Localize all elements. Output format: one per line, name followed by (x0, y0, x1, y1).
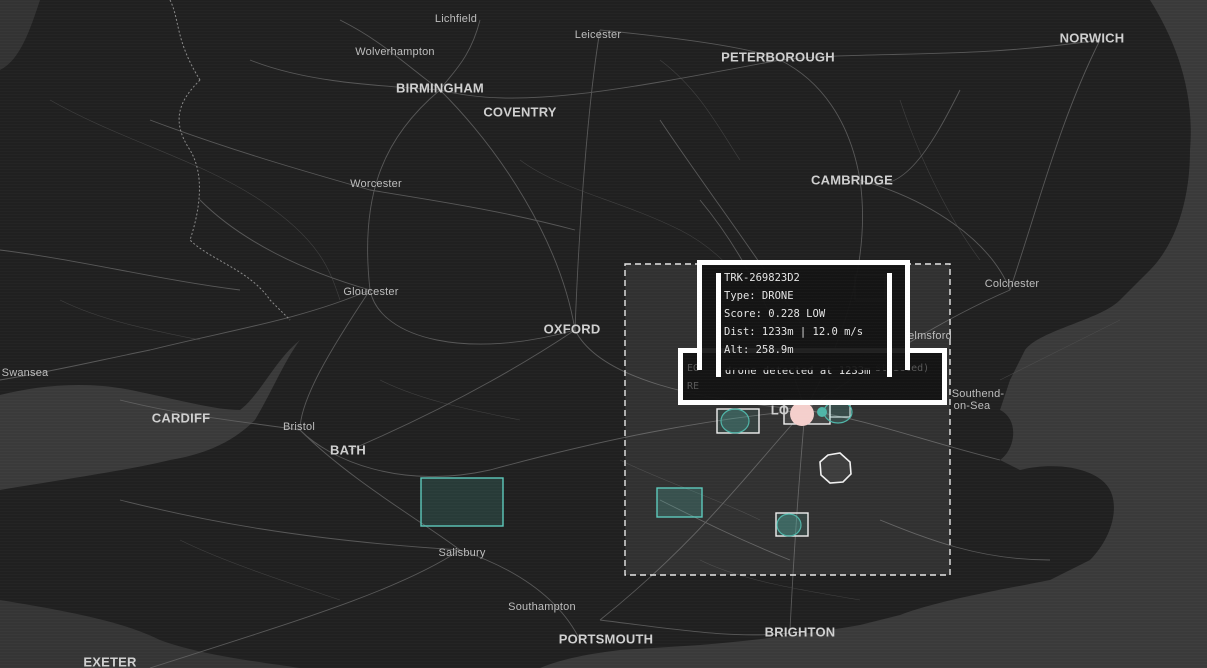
city-label-gloucester: Gloucester (343, 286, 399, 298)
city-label-brighton: BRIGHTON (764, 624, 836, 640)
sea-bristol-channel (0, 340, 300, 490)
drone-track-marker-accent (817, 407, 827, 417)
track-type: Type: DRONE (724, 290, 794, 302)
city-label-norwich: NORWICH (1059, 30, 1125, 46)
track-id: TRK-269823D2 (724, 272, 800, 284)
map-view[interactable]: BIRMINGHAM COVENTRY PETERBOROUGH NORWICH… (0, 0, 1207, 668)
zone-west-london-circle (720, 408, 750, 434)
city-label-bath: BATH (330, 442, 366, 458)
city-label-bristol: Bristol (283, 421, 315, 433)
drone-track-marker (790, 402, 814, 426)
track-altitude: Alt: 258.9m (724, 344, 794, 356)
restricted-zone-heathrow (656, 487, 703, 518)
restricted-zone-salisbury (420, 477, 504, 527)
sea-northwest (0, 0, 40, 70)
city-label-peterborough: PETERBOROUGH (721, 49, 835, 65)
track-info-popup[interactable]: TRK-269823D2 Type: DRONE Score: 0.228 LO… (697, 260, 910, 377)
county-boundary-2 (169, 0, 201, 81)
city-label-worcester: Worcester (350, 178, 402, 190)
city-label-leicester: Leicester (574, 29, 622, 41)
city-label-lichfield: Lichfield (434, 13, 478, 25)
city-label-southampton: Southampton (508, 601, 576, 613)
city-label-cambridge: CAMBRIDGE (811, 172, 893, 188)
alert-behind-sub: RE (687, 381, 700, 392)
city-label-southend: Southend- (951, 388, 1005, 400)
county-boundary (178, 79, 291, 321)
city-label-birmingham: BIRMINGHAM (396, 80, 484, 96)
city-label-on-sea: on-Sea (953, 400, 991, 412)
city-label-swansea: Swansea (1, 367, 49, 379)
city-label-coventry: COVENTRY (483, 104, 557, 120)
city-label-salisbury: Salisbury (438, 547, 486, 559)
track-distance: Dist: 1233m | 12.0 m/s (724, 326, 864, 338)
zone-gatwick-circle (776, 513, 802, 537)
city-label-colchester: Colchester (984, 278, 1040, 290)
city-label-oxford: OXFORD (543, 321, 601, 337)
track-score: Score: 0.228 LOW (724, 308, 826, 320)
city-label-chelmsford: elmsford (908, 330, 952, 342)
base-map (0, 0, 1207, 668)
city-label-wolverhampton: Wolverhampton (355, 46, 435, 58)
city-label-portsmouth: PORTSMOUTH (558, 631, 654, 647)
city-label-cardiff: CARDIFF (151, 410, 211, 426)
city-label-exeter: EXETER (83, 654, 137, 668)
